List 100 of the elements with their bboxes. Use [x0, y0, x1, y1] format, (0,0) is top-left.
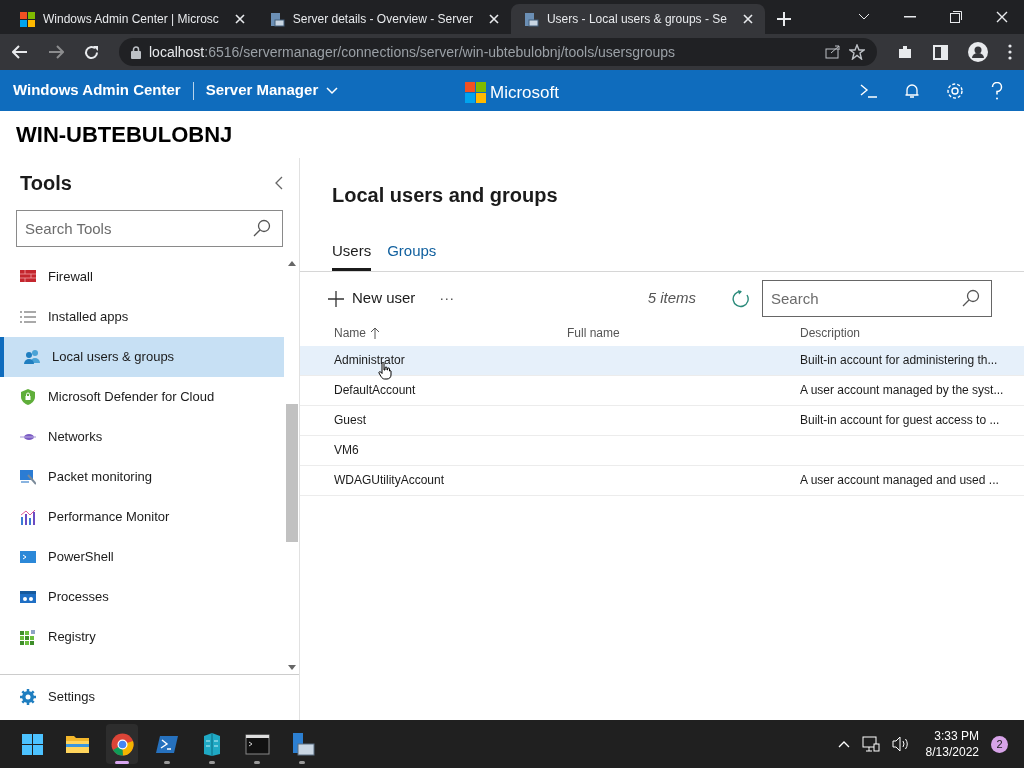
table-row[interactable]: DefaultAccount A user account managed by the syst... [300, 375, 1024, 406]
url-text: localhost:6516/servermanager/connections/server/win-ubtebulobnj/tools/usersgroups [149, 42, 677, 62]
close-icon[interactable] [234, 14, 245, 24]
lock-icon [131, 45, 141, 59]
taskbar-app[interactable] [106, 724, 138, 764]
sidebar-item[interactable]: Microsoft Defender for Cloud [0, 377, 284, 417]
server-name: WIN-UBTEBULOBNJ [16, 121, 233, 149]
address-bar[interactable]: localhost:6516/servermanager/connections/server/win-ubtebulobnj/tools/usersgroups [119, 38, 877, 66]
scroll-up-icon[interactable] [287, 261, 296, 266]
chrome-icon [109, 731, 135, 757]
sidebar-item[interactable]: Processes [0, 577, 284, 617]
window-icon [20, 589, 36, 605]
more-button[interactable]: ··· [439, 287, 455, 310]
table-cell: Built-in account for administering th... [800, 353, 998, 367]
close-icon[interactable] [488, 14, 499, 24]
brick-wall-icon [20, 269, 36, 285]
table-cell: Built-in account for guest access to ... [800, 413, 1000, 427]
close-icon[interactable] [996, 11, 1008, 23]
tab[interactable]: Users [332, 240, 372, 271]
new-user-button[interactable]: New user [328, 287, 416, 310]
table-cell: VM6 [334, 443, 359, 457]
clock[interactable]: 3:33 PM 8/13/2022 [925, 728, 979, 760]
tab[interactable]: Groups [387, 240, 437, 271]
reload-icon[interactable] [84, 44, 99, 60]
server-icon [522, 11, 539, 27]
table-cell: DefaultAccount [334, 383, 416, 397]
network-icon[interactable] [861, 736, 880, 752]
browser-tab[interactable]: Windows Admin Center | Microsc [8, 4, 257, 34]
table-cell: A user account managed and used ... [800, 473, 999, 487]
tools-search-field[interactable]: Search Tools [16, 210, 283, 247]
table-row[interactable]: Guest Built-in account for guest access to ... [300, 405, 1024, 436]
back-icon[interactable] [12, 45, 28, 59]
browser-tab[interactable]: Users - Local users & groups - Se [510, 4, 765, 34]
column-header[interactable]: Name [334, 323, 567, 342]
side-panel-icon[interactable] [933, 44, 948, 60]
microsoft-logo-icon [465, 82, 486, 104]
chevron-down-icon[interactable] [858, 13, 870, 21]
sort-up-icon [370, 326, 380, 339]
search-icon [253, 219, 271, 237]
list-icon [20, 309, 36, 325]
page-title: Local users and groups [332, 183, 558, 208]
forward-icon[interactable] [48, 45, 64, 59]
column-header[interactable]: Description [800, 323, 1024, 342]
brand-name: Microsoft [490, 82, 559, 104]
table-cell: Administrator [334, 353, 405, 367]
sidebar-item[interactable]: Local users & groups [0, 337, 284, 377]
sidebar-item[interactable]: PowerShell [0, 537, 284, 577]
tab-title: Users - Local users & groups - Se [546, 11, 727, 28]
sidebar-item[interactable]: Registry [0, 617, 284, 657]
notification-badge[interactable]: 2 [991, 735, 1008, 753]
sidebar-item[interactable]: Performance Monitor [0, 497, 284, 537]
table-cell: A user account managed by the syst... [800, 383, 1004, 397]
star-icon[interactable] [849, 44, 865, 60]
terminal-icon[interactable] [860, 83, 878, 98]
app-title[interactable]: Windows Admin Center [13, 79, 181, 102]
bar-chart-icon [20, 509, 36, 525]
table-row[interactable]: VM6 [300, 435, 1024, 466]
windows-icon [19, 731, 45, 757]
shield-icon [20, 389, 36, 405]
microsoft-logo-icon [20, 11, 35, 27]
settings-icon[interactable] [946, 81, 964, 100]
search-field[interactable]: Search [762, 280, 992, 317]
scroll-down-icon[interactable] [287, 665, 296, 670]
sidebar-title: Tools [20, 171, 72, 196]
bell-icon[interactable] [905, 82, 919, 99]
monitor-icon [20, 469, 36, 485]
sidebar-item[interactable]: Packet monitoring [0, 457, 284, 497]
collapse-icon[interactable] [275, 176, 283, 190]
settings-item[interactable]: Settings [0, 675, 299, 719]
section-dropdown[interactable]: Server Manager [205, 79, 339, 102]
table-row[interactable]: WDAGUtilityAccount A user account managed and used ... [300, 465, 1024, 496]
item-count: 5 items [647, 288, 696, 309]
table-cell: WDAGUtilityAccount [334, 473, 445, 487]
more-icon[interactable] [1008, 44, 1012, 60]
refresh-icon[interactable] [732, 289, 750, 308]
tab-title: Server details - Overview - Server [292, 11, 473, 28]
browser-tab[interactable]: Server details - Overview - Server [256, 4, 511, 34]
chevron-up-icon[interactable] [837, 740, 850, 748]
tab-title: Windows Admin Center | Microsc [43, 11, 219, 28]
sidebar-item[interactable]: Networks [0, 417, 284, 457]
table-cell: Guest [334, 413, 366, 427]
profile-icon[interactable] [968, 42, 988, 62]
users-icon [24, 349, 40, 365]
restore-icon[interactable] [950, 11, 962, 23]
close-icon[interactable] [742, 14, 753, 24]
scrollbar-thumb[interactable] [285, 404, 298, 542]
plus-icon[interactable] [776, 12, 791, 26]
minimize-icon[interactable] [904, 16, 916, 18]
gear-icon [20, 689, 36, 705]
server-icon [268, 11, 285, 27]
share-icon[interactable] [825, 45, 841, 59]
volume-icon[interactable] [891, 736, 910, 752]
help-icon[interactable] [991, 81, 1003, 100]
console-icon [244, 731, 270, 757]
terminal-icon [20, 549, 36, 565]
sidebar-item[interactable]: Firewall [0, 257, 284, 297]
chevron-down-icon [326, 86, 339, 95]
column-header[interactable]: Full name [567, 323, 800, 342]
search-icon [962, 289, 980, 307]
sidebar-item[interactable]: Installed apps [0, 297, 284, 337]
